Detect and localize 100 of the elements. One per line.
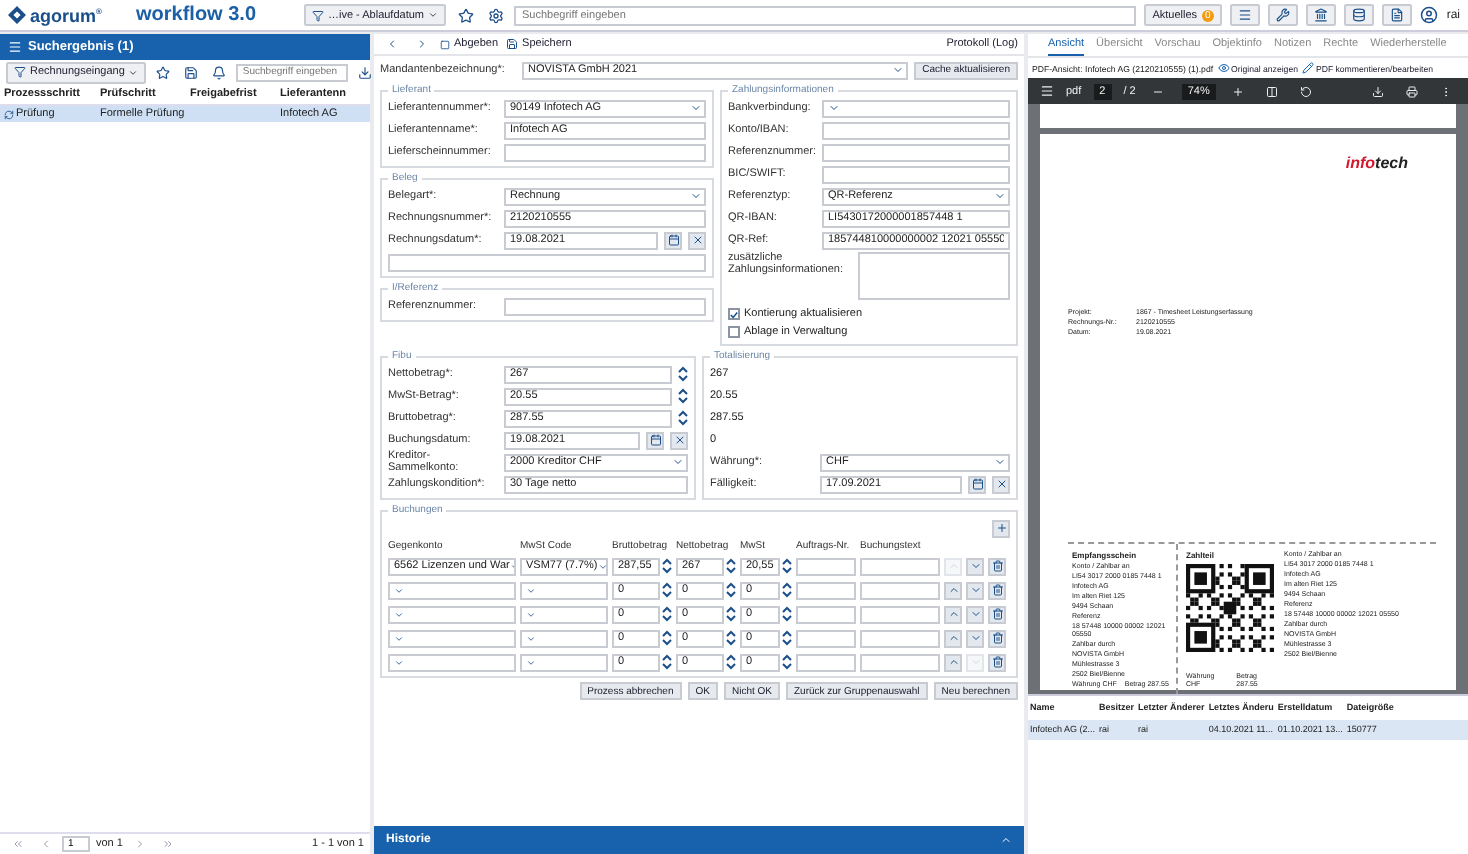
select-field[interactable] xyxy=(520,605,608,623)
spinner-icon[interactable] xyxy=(662,582,672,598)
menu-button[interactable] xyxy=(1230,4,1261,26)
select-field[interactable] xyxy=(520,653,608,671)
spinner-icon[interactable] xyxy=(726,606,736,622)
columns-icon xyxy=(1266,85,1279,97)
move-up-button[interactable] xyxy=(944,629,962,647)
filter-icon xyxy=(312,9,324,21)
wrench-icon xyxy=(1276,8,1291,22)
building-icon xyxy=(1314,8,1329,22)
spinner-icon[interactable] xyxy=(726,582,736,598)
admin-button[interactable] xyxy=(1306,4,1337,26)
text-field[interactable] xyxy=(822,143,1010,161)
text-field[interactable] xyxy=(822,121,1010,139)
spinner-icon[interactable] xyxy=(726,654,736,670)
filter-icon xyxy=(14,66,26,78)
checkbox[interactable] xyxy=(728,308,740,320)
select-field[interactable] xyxy=(520,581,608,599)
spinner-icon[interactable] xyxy=(678,388,688,404)
delete-button[interactable] xyxy=(988,629,1006,647)
calendar-button[interactable] xyxy=(646,431,664,449)
print-button[interactable] xyxy=(1400,80,1422,102)
text-field[interactable] xyxy=(822,165,1010,183)
chevron-down-icon xyxy=(690,190,702,202)
star-icon xyxy=(457,7,473,23)
spinner-icon[interactable] xyxy=(662,630,672,646)
clear-button[interactable] xyxy=(688,231,706,249)
text-field[interactable] xyxy=(504,297,706,315)
trash-icon xyxy=(991,656,1003,668)
checkbox[interactable] xyxy=(728,326,740,338)
clear-button[interactable] xyxy=(670,431,688,449)
rotate-icon xyxy=(1300,85,1313,97)
tools-button[interactable] xyxy=(1268,4,1299,26)
spinner-icon[interactable] xyxy=(782,582,792,598)
text-field[interactable] xyxy=(796,557,856,575)
chevron-down-icon xyxy=(394,633,404,643)
chevron-down-icon xyxy=(994,456,1006,468)
text-field[interactable] xyxy=(860,581,940,599)
text-field[interactable] xyxy=(796,629,856,647)
data-button[interactable] xyxy=(1344,4,1375,26)
spinner-icon[interactable] xyxy=(782,558,792,574)
spinner-icon[interactable] xyxy=(782,630,792,646)
select-field[interactable] xyxy=(388,581,516,599)
pencil-icon xyxy=(1301,62,1314,74)
spinner-icon[interactable] xyxy=(678,366,688,382)
favorites-button[interactable] xyxy=(454,4,476,26)
text-button[interactable] xyxy=(1382,4,1413,26)
chevron-down-icon xyxy=(672,456,684,468)
chevron-down-icon xyxy=(892,64,905,76)
delete-button[interactable] xyxy=(988,605,1006,623)
clear-button[interactable] xyxy=(992,475,1010,493)
chevron-down-icon xyxy=(994,190,1006,202)
text-field[interactable] xyxy=(860,629,940,647)
spinner-icon[interactable] xyxy=(678,410,688,426)
select-field[interactable] xyxy=(388,629,516,647)
previous-icon xyxy=(39,838,51,850)
select-field[interactable] xyxy=(388,653,516,671)
spinner-icon[interactable] xyxy=(662,558,672,574)
select-field[interactable] xyxy=(822,99,1010,117)
qr-code-drawing xyxy=(1186,564,1274,652)
minus-icon xyxy=(1152,85,1165,97)
spinner-icon[interactable] xyxy=(662,654,672,670)
select-field[interactable] xyxy=(520,629,608,647)
add-button[interactable] xyxy=(992,519,1010,537)
text-field[interactable] xyxy=(796,653,856,671)
logo-icon xyxy=(8,6,26,24)
spinner-icon[interactable] xyxy=(782,654,792,670)
spinner-icon[interactable] xyxy=(726,630,736,646)
delete-button[interactable] xyxy=(988,581,1006,599)
download-button[interactable] xyxy=(354,61,377,83)
text-field[interactable] xyxy=(860,653,940,671)
text-field[interactable] xyxy=(504,143,706,161)
notify-button[interactable] xyxy=(208,61,231,83)
move-up-button[interactable] xyxy=(944,581,962,599)
spinner-icon[interactable] xyxy=(782,606,792,622)
spinner-icon[interactable] xyxy=(726,558,736,574)
text-field[interactable] xyxy=(860,557,940,575)
delete-button[interactable] xyxy=(988,557,1006,575)
settings-button[interactable] xyxy=(484,4,506,26)
save-icon xyxy=(506,38,519,50)
move-up-button[interactable] xyxy=(944,653,962,671)
calendar-button[interactable] xyxy=(968,475,986,493)
trash-icon xyxy=(991,584,1003,596)
text-field[interactable] xyxy=(796,605,856,623)
favorites-button[interactable] xyxy=(152,61,175,83)
company-logo: infotech xyxy=(1345,154,1408,172)
delete-button[interactable] xyxy=(988,653,1006,671)
chevron-down-icon xyxy=(394,585,404,595)
text-field[interactable] xyxy=(796,581,856,599)
calendar-icon xyxy=(649,434,661,446)
calendar-button[interactable] xyxy=(664,231,682,249)
move-up-button[interactable] xyxy=(944,605,962,623)
spinner-icon[interactable] xyxy=(662,606,672,622)
download-icon xyxy=(358,65,373,79)
close-icon xyxy=(995,478,1007,490)
text-field[interactable] xyxy=(388,253,706,271)
select-field[interactable] xyxy=(388,605,516,623)
save-button[interactable] xyxy=(180,61,203,83)
text-field[interactable] xyxy=(860,605,940,623)
document-icon xyxy=(1390,8,1405,22)
